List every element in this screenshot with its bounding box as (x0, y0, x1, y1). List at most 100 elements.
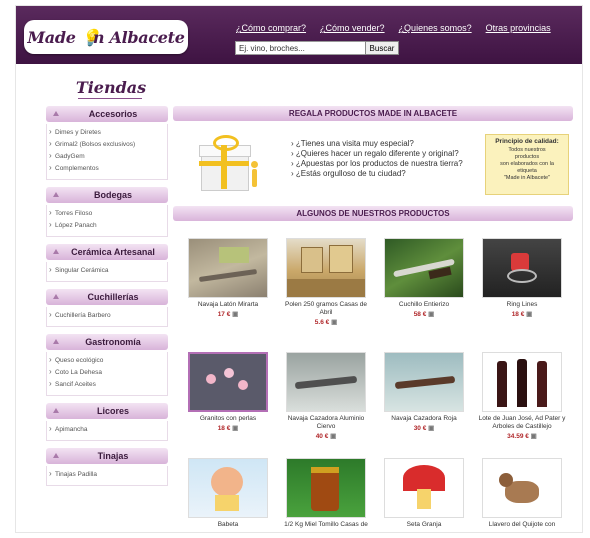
product-card[interactable]: Navaja Cazadora Aluminio Ciervo 40 € ▣ (279, 352, 373, 440)
product-name[interactable]: Seta Granja (377, 521, 471, 529)
gift-ribbon (199, 161, 249, 166)
nav-link-other-provinces[interactable]: Otras provincias (486, 23, 551, 33)
product-image[interactable] (384, 458, 464, 518)
product-name[interactable]: 1/2 Kg Miel Tomillo Casas de (279, 521, 373, 529)
category-items: Singular Cerámica (46, 262, 168, 282)
product-image[interactable] (384, 238, 464, 298)
category-header[interactable]: Licores (46, 403, 168, 419)
product-price: 40 € ▣ (315, 433, 337, 440)
cart-icon: ▣ (232, 425, 239, 432)
product-name[interactable]: Lote de Juan José, Ad Pater y Arboles de… (475, 415, 569, 431)
product-card[interactable]: Lote de Juan José, Ad Pater y Arboles de… (475, 352, 569, 440)
search-button[interactable]: Buscar (365, 41, 399, 55)
product-card[interactable]: Navaja Latón Mirarta 17 € ▣ (181, 238, 275, 318)
site-header: Made 💡n Albacete ¿Cómo comprar? ¿Cómo ve… (16, 6, 582, 64)
category-items: Cuchillería Barbero (46, 307, 168, 327)
sidebar-item-shop[interactable]: GadyGem (47, 151, 167, 163)
product-name[interactable]: Navaja Latón Mirarta (181, 301, 275, 309)
logo-text: Made 💡n Albacete (27, 27, 185, 47)
category-header[interactable]: Cerámica Artesanal (46, 244, 168, 260)
quality-body: Todos nuestros productos son elaborados … (500, 147, 554, 181)
sidebar-title-underline (78, 98, 142, 99)
product-image[interactable] (188, 238, 268, 298)
product-name[interactable]: Ring Lines (475, 301, 569, 309)
product-name[interactable]: Granitos con perlas (181, 415, 275, 423)
category-header[interactable]: Cuchillerías (46, 289, 168, 305)
product-name[interactable]: Babeta (181, 521, 275, 529)
site-logo[interactable]: Made 💡n Albacete (24, 20, 188, 54)
product-image[interactable] (482, 352, 562, 412)
sidebar-item-shop[interactable]: Sancif Aceites (47, 379, 167, 391)
sidebar-item-shop[interactable]: Singular Cerámica (47, 265, 167, 277)
sidebar-title: Tiendas (75, 78, 147, 97)
product-name[interactable]: Cuchillo Entierizo (377, 301, 471, 309)
product-name[interactable]: Llavero del Quijote con (475, 521, 569, 529)
sidebar-item-shop[interactable]: Torres Filoso (47, 208, 167, 220)
product-card[interactable]: Seta Granja (377, 458, 471, 529)
product-card[interactable]: Llavero del Quijote con (475, 458, 569, 529)
promo-question: › ¿Tienes una visita muy especial? (291, 139, 414, 148)
triangle-icon (53, 339, 59, 344)
product-image[interactable] (188, 458, 268, 518)
product-image[interactable] (384, 352, 464, 412)
category-items: Queso ecológico Coto La Dehesa Sancif Ac… (46, 352, 168, 396)
triangle-icon (53, 249, 59, 254)
nav-link-about-us[interactable]: ¿Quienes somos? (399, 23, 472, 33)
triangle-icon (53, 408, 59, 413)
product-image[interactable] (482, 238, 562, 298)
sidebar-item-shop[interactable]: Apimancha (47, 424, 167, 436)
category-header[interactable]: Gastronomía (46, 334, 168, 350)
nav-link-how-to-sell[interactable]: ¿Cómo vender? (320, 23, 385, 33)
products-section-title: ALGUNOS DE NUESTROS PRODUCTOS (173, 206, 573, 221)
category-sidebar: Accesorios Dimes y Diretes Grimal2 (Bols… (46, 106, 168, 493)
category-bodegas: Bodegas Torres Filoso López Panach (46, 187, 168, 237)
promo-question: › ¿Apuestas por los productos de nuestra… (291, 159, 463, 168)
sidebar-item-shop[interactable]: Grimal2 (Bolsos exclusivos) (47, 139, 167, 151)
product-card[interactable]: Polen 250 gramos Casas de Abril 5.6 € ▣ (279, 238, 373, 326)
sidebar-item-shop[interactable]: Cuchillería Barbero (47, 310, 167, 322)
product-card[interactable]: Navaja Cazadora Roja 30 € ▣ (377, 352, 471, 432)
triangle-icon (53, 192, 59, 197)
gift-box-image (199, 133, 259, 193)
product-image[interactable] (286, 238, 366, 298)
product-name[interactable]: Navaja Cazadora Roja (377, 415, 471, 423)
category-header[interactable]: Tinajas (46, 448, 168, 464)
product-name[interactable]: Navaja Cazadora Aluminio Ciervo (279, 415, 373, 431)
product-price: 17 € ▣ (217, 311, 239, 318)
sidebar-item-shop[interactable]: Dimes y Diretes (47, 127, 167, 139)
product-image[interactable] (286, 458, 366, 518)
search-input[interactable] (235, 41, 367, 55)
triangle-icon (53, 453, 59, 458)
cart-icon: ▣ (428, 311, 435, 318)
product-price: 18 € ▣ (217, 425, 239, 432)
promo-section-title: REGALA PRODUCTOS MADE IN ALBACETE (173, 106, 573, 121)
product-image[interactable] (482, 458, 562, 518)
page-frame: Made 💡n Albacete ¿Cómo comprar? ¿Cómo ve… (16, 6, 582, 532)
product-card[interactable]: Ring Lines 18 € ▣ (475, 238, 569, 318)
figure-icon (249, 161, 259, 187)
product-card[interactable]: Cuchillo Entierizo 58 € ▣ (377, 238, 471, 318)
gift-bow (213, 135, 239, 151)
category-items: Tinajas Padilla (46, 466, 168, 486)
sidebar-item-shop[interactable]: Tinajas Padilla (47, 469, 167, 481)
cart-icon: ▣ (331, 319, 338, 326)
sidebar-item-shop[interactable]: Queso ecológico (47, 355, 167, 367)
sidebar-item-shop[interactable]: Coto La Dehesa (47, 367, 167, 379)
product-image[interactable] (286, 352, 366, 412)
category-items: Torres Filoso López Panach (46, 205, 168, 237)
nav-link-how-to-buy[interactable]: ¿Cómo comprar? (236, 23, 306, 33)
sidebar-item-shop[interactable]: López Panach (47, 220, 167, 232)
product-name[interactable]: Polen 250 gramos Casas de Abril (279, 301, 373, 317)
promo-question: › ¿Quieres hacer un regalo diferente y o… (291, 149, 459, 158)
product-card[interactable]: 1/2 Kg Miel Tomillo Casas de (279, 458, 373, 529)
sidebar-item-shop[interactable]: Complementos (47, 163, 167, 175)
category-header[interactable]: Bodegas (46, 187, 168, 203)
product-image[interactable] (188, 352, 268, 412)
product-card[interactable]: Babeta (181, 458, 275, 529)
product-price: 5.6 € ▣ (314, 319, 338, 326)
promo-box: › ¿Tienes una visita muy especial? › ¿Qu… (173, 125, 573, 197)
product-card[interactable]: Granitos con perlas 18 € ▣ (181, 352, 275, 432)
product-price: 30 € ▣ (413, 425, 435, 432)
category-header[interactable]: Accesorios (46, 106, 168, 122)
category-ceramica: Cerámica Artesanal Singular Cerámica (46, 244, 168, 282)
